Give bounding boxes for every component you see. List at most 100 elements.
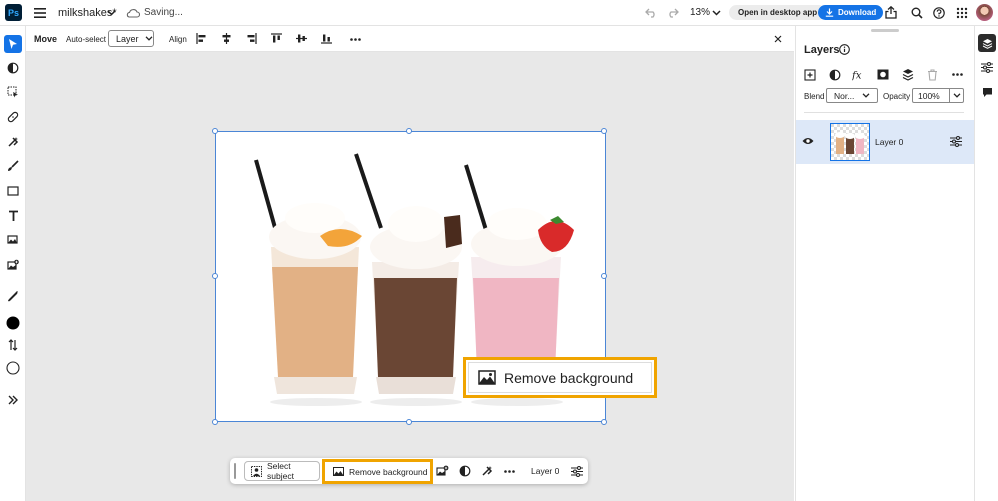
zoom-level[interactable]: 13%	[690, 7, 710, 18]
person-select-icon	[251, 465, 262, 477]
top-bar: Ps milkshakes* Saving... 13% Open in des…	[0, 0, 998, 26]
taskbar-drag-handle[interactable]	[234, 463, 236, 479]
move-tool-icon[interactable]	[4, 35, 22, 53]
chevron-down-icon[interactable]	[710, 7, 722, 19]
adjustment-icon[interactable]	[458, 464, 472, 478]
svg-text:fx: fx	[852, 70, 862, 80]
auto-select-value: Layer	[116, 33, 139, 44]
redo-icon[interactable]	[665, 6, 679, 20]
more-options-icon[interactable]	[502, 464, 516, 478]
sliders-icon[interactable]	[950, 135, 962, 147]
callout-label: Remove background	[504, 369, 634, 386]
rectangle-tool-icon[interactable]	[4, 182, 22, 200]
layer-mask-icon[interactable]	[876, 68, 889, 81]
adjustments-panel-icon[interactable]	[978, 58, 996, 76]
blend-label: Blend	[804, 92, 825, 101]
generative-fill-icon[interactable]	[480, 464, 494, 478]
chevron-down-icon[interactable]	[105, 7, 117, 19]
undo-icon[interactable]	[644, 6, 658, 20]
layer-name[interactable]: Layer 0	[875, 137, 903, 147]
align-left-icon[interactable]	[196, 33, 207, 44]
chevron-down-icon	[145, 36, 153, 41]
more-options-icon[interactable]	[349, 34, 361, 44]
transform-handle[interactable]	[212, 419, 218, 425]
swap-colors-icon[interactable]	[4, 336, 22, 354]
transform-handle[interactable]	[212, 128, 218, 134]
blend-mode-dropdown[interactable]: Nor...	[826, 88, 878, 103]
add-image-icon[interactable]	[4, 256, 22, 274]
generative-fill-icon[interactable]	[4, 133, 22, 151]
healing-brush-icon[interactable]	[4, 108, 22, 126]
object-select-icon[interactable]	[4, 83, 22, 101]
opacity-label: Opacity	[883, 92, 911, 101]
type-tool-icon[interactable]	[4, 207, 22, 225]
comments-icon[interactable]	[978, 83, 996, 101]
select-subject-button[interactable]: Select subject	[244, 461, 320, 481]
transform-handle[interactable]	[406, 128, 412, 134]
download-button[interactable]: Download	[818, 5, 884, 20]
user-avatar[interactable]	[976, 4, 993, 21]
eyedropper-icon[interactable]	[4, 287, 22, 305]
auto-select-dropdown[interactable]: Layer	[108, 30, 154, 47]
save-status: Saving...	[144, 7, 183, 18]
more-options-icon[interactable]	[951, 68, 964, 81]
taskbar-layer-label[interactable]: Layer 0	[531, 466, 559, 476]
align-bottom-icon[interactable]	[321, 33, 332, 44]
info-icon[interactable]	[838, 43, 850, 55]
layers-panel: Layers fx Blend Nor... Opacity 100% Laye…	[795, 26, 974, 501]
transform-handle[interactable]	[601, 128, 607, 134]
remove-background-callout[interactable]: Remove background	[463, 357, 657, 398]
align-center-horizontal-icon[interactable]	[221, 33, 232, 44]
canvas-workspace[interactable]	[26, 52, 794, 501]
background-color-swatch[interactable]	[4, 359, 22, 377]
align-top-icon[interactable]	[271, 33, 282, 44]
transform-handle[interactable]	[601, 273, 607, 279]
apps-grid-icon[interactable]	[955, 6, 969, 20]
remove-background-button[interactable]: Remove background	[322, 459, 433, 484]
add-layer-icon[interactable]	[803, 68, 816, 81]
left-toolbar	[0, 26, 26, 501]
add-image-icon[interactable]	[435, 464, 449, 478]
tool-name: Move	[34, 34, 58, 44]
layers-panel-toggle-icon[interactable]	[978, 34, 996, 52]
right-rail	[974, 26, 998, 501]
layer-row[interactable]: Layer 0	[796, 120, 974, 164]
select-subject-label: Select subject	[267, 461, 294, 481]
panel-title: Layers	[804, 44, 840, 56]
sliders-icon[interactable]	[570, 464, 584, 478]
layer-thumbnail[interactable]	[830, 123, 870, 161]
transform-handle[interactable]	[601, 419, 607, 425]
fx-effects-icon[interactable]: fx	[852, 68, 865, 81]
opacity-field[interactable]: 100%	[912, 88, 964, 103]
blend-mode-value: Nor...	[834, 90, 855, 101]
panel-drag-handle[interactable]	[871, 29, 899, 32]
foreground-color-swatch[interactable]	[4, 314, 22, 332]
share-icon[interactable]	[884, 5, 898, 19]
menu-icon[interactable]	[33, 6, 47, 20]
trash-icon[interactable]	[926, 68, 939, 81]
chevron-down-icon[interactable]	[949, 89, 963, 102]
auto-select-label[interactable]: Auto-select	[66, 35, 106, 44]
more-tools-icon[interactable]	[4, 391, 22, 409]
align-right-icon[interactable]	[246, 33, 257, 44]
align-middle-vertical-icon[interactable]	[296, 33, 307, 44]
brush-tool-icon[interactable]	[4, 157, 22, 175]
search-icon[interactable]	[910, 6, 924, 20]
tool-options-bar: Move Auto-select Layer Align	[26, 26, 794, 52]
transform-handle[interactable]	[406, 419, 412, 425]
transform-handle[interactable]	[212, 273, 218, 279]
close-icon[interactable]	[773, 34, 783, 44]
open-in-desktop-button[interactable]: Open in desktop app	[729, 5, 827, 20]
layer-stack-icon[interactable]	[901, 68, 914, 81]
divider	[804, 112, 964, 113]
remove-background-label: Remove background	[349, 466, 428, 477]
adjustment-brush-icon[interactable]	[4, 59, 22, 77]
image-icon	[333, 467, 344, 476]
eye-visibility-icon[interactable]	[802, 136, 814, 146]
help-icon[interactable]	[932, 6, 946, 20]
photoshop-logo[interactable]: Ps	[5, 4, 22, 21]
download-label: Download	[838, 8, 877, 17]
contextual-taskbar: Select subject Remove background Layer 0	[230, 458, 588, 484]
adjustment-layer-icon[interactable]	[828, 68, 841, 81]
crop-image-icon[interactable]	[4, 231, 22, 249]
